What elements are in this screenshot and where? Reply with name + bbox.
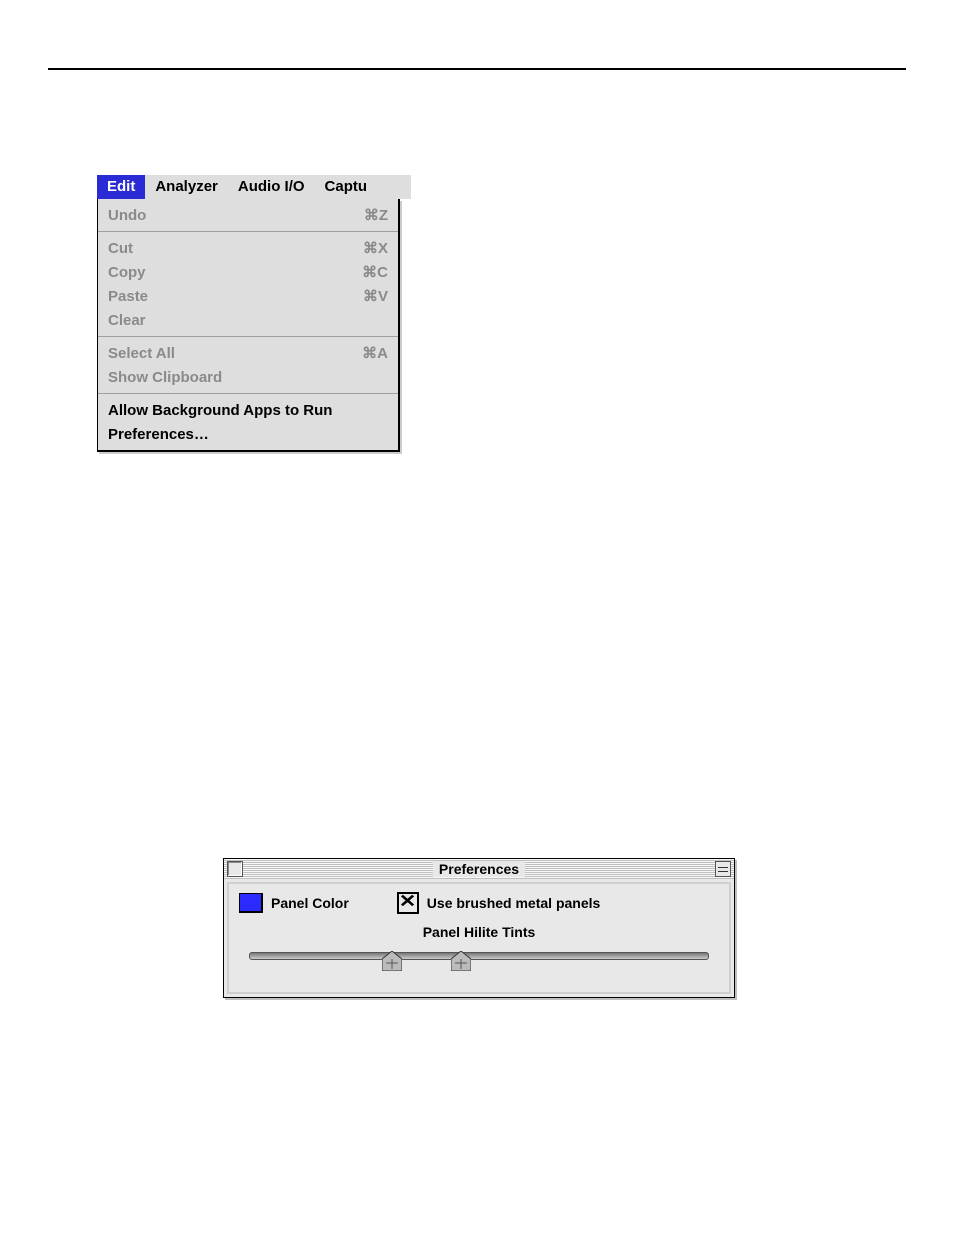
- menu-label: Select All: [108, 345, 175, 362]
- hilite-tints-label: Panel Hilite Tints: [239, 924, 719, 940]
- menu-shortcut: ⌘V: [363, 287, 388, 305]
- menu-item-cut[interactable]: Cut ⌘X: [98, 236, 398, 260]
- menubar-item-audio-io[interactable]: Audio I/O: [228, 175, 315, 199]
- menu-item-copy[interactable]: Copy ⌘C: [98, 260, 398, 284]
- menu-label: Copy: [108, 264, 146, 281]
- preferences-window: Preferences Panel Color Use brushed meta…: [223, 858, 735, 998]
- slider-track: [249, 952, 709, 960]
- brushed-metal-label: Use brushed metal panels: [427, 895, 601, 911]
- menu-item-undo[interactable]: Undo ⌘Z: [98, 203, 398, 227]
- slider-handle-1[interactable]: [382, 951, 402, 971]
- edit-menu-screenshot: Edit Analyzer Audio I/O Captu Undo ⌘Z Cu…: [97, 175, 411, 452]
- slider-handle-2[interactable]: [451, 951, 471, 971]
- panel-color-label: Panel Color: [271, 895, 349, 911]
- menu-label: Clear: [108, 312, 146, 329]
- panel-color-swatch[interactable]: [239, 893, 263, 913]
- menubar-item-edit[interactable]: Edit: [97, 175, 145, 199]
- menu-label: Allow Background Apps to Run: [108, 402, 332, 419]
- brushed-metal-checkbox[interactable]: [397, 892, 419, 914]
- edit-dropdown: Undo ⌘Z Cut ⌘X Copy ⌘C Paste ⌘V: [97, 199, 400, 452]
- page-rule: [48, 68, 906, 70]
- menu-shortcut: ⌘X: [363, 239, 388, 257]
- menu-label: Paste: [108, 288, 148, 305]
- menubar-item-analyzer[interactable]: Analyzer: [145, 175, 228, 199]
- preferences-body: Panel Color Use brushed metal panels Pan…: [227, 882, 731, 994]
- hilite-tints-slider[interactable]: [249, 948, 709, 974]
- menu-item-clear[interactable]: Clear: [98, 308, 398, 332]
- menu-label: Preferences…: [108, 426, 209, 443]
- menu-shortcut: ⌘Z: [364, 206, 388, 224]
- menu-item-preferences[interactable]: Preferences…: [98, 422, 398, 446]
- menu-shortcut: ⌘A: [362, 344, 388, 362]
- menu-item-paste[interactable]: Paste ⌘V: [98, 284, 398, 308]
- menu-label: Show Clipboard: [108, 369, 222, 386]
- preferences-titlebar[interactable]: Preferences: [224, 859, 734, 879]
- menubar: Edit Analyzer Audio I/O Captu: [97, 175, 411, 199]
- menu-shortcut: ⌘C: [362, 263, 388, 281]
- menu-item-show-clipboard[interactable]: Show Clipboard: [98, 365, 398, 389]
- menubar-item-capture[interactable]: Captu: [315, 175, 373, 199]
- collapse-box-icon[interactable]: [715, 861, 731, 877]
- menu-item-allow-bg-apps[interactable]: Allow Background Apps to Run: [98, 398, 398, 422]
- close-box-icon[interactable]: [227, 861, 243, 877]
- menu-label: Undo: [108, 207, 146, 224]
- menu-item-select-all[interactable]: Select All ⌘A: [98, 341, 398, 365]
- window-title: Preferences: [433, 861, 525, 877]
- menu-label: Cut: [108, 240, 133, 257]
